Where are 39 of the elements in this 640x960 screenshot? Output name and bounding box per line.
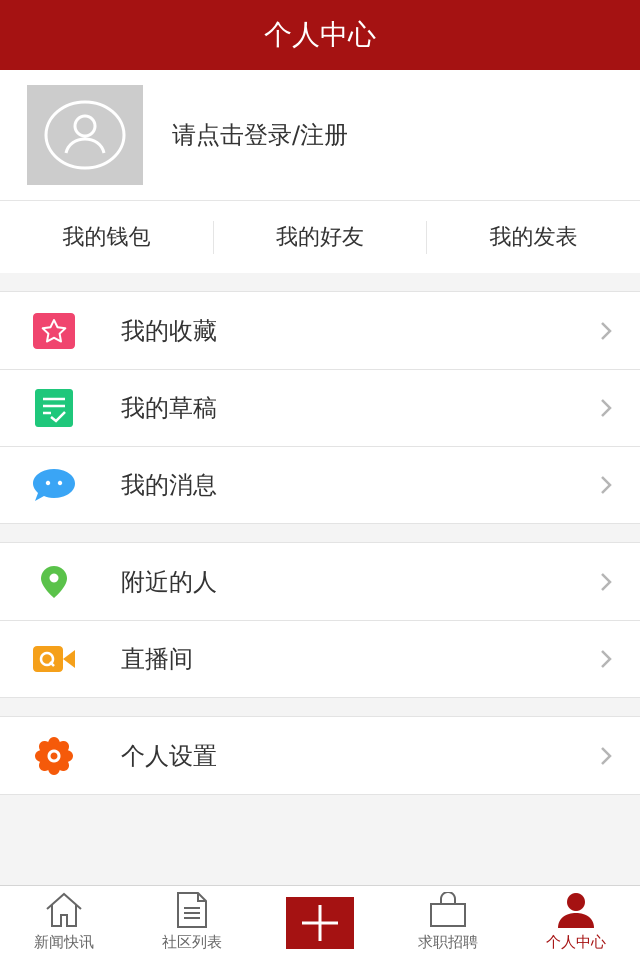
stat-link[interactable]: 我的钱包 bbox=[62, 220, 150, 254]
chevron-right-icon bbox=[600, 475, 612, 495]
home-icon bbox=[44, 892, 84, 928]
login-link[interactable]: 请点击登录/注册 bbox=[172, 117, 348, 153]
menu-item[interactable]: 我的草稿 bbox=[0, 369, 640, 446]
chevron-right-icon bbox=[600, 649, 612, 669]
tab-item[interactable]: 社区列表 bbox=[128, 892, 256, 954]
tab-item[interactable]: 个人中心 bbox=[512, 892, 640, 954]
document-check-icon bbox=[35, 389, 73, 427]
chevron-right-icon bbox=[600, 320, 612, 340]
chevron-right-icon bbox=[600, 746, 612, 766]
chevron-right-icon bbox=[600, 572, 612, 592]
chevron-right-icon bbox=[600, 398, 612, 418]
menu-label: 直播间 bbox=[121, 644, 194, 675]
menu-label: 个人设置 bbox=[121, 740, 218, 772]
tab-item[interactable]: 新闻快讯 bbox=[0, 892, 128, 954]
menu-label: 我的草稿 bbox=[121, 393, 218, 424]
stat-link[interactable]: 我的发表 bbox=[490, 220, 578, 254]
video-camera-icon bbox=[33, 646, 75, 672]
menu-label: 我的收藏 bbox=[121, 316, 218, 346]
menu-label: 附近的人 bbox=[121, 566, 218, 598]
menu-item[interactable]: 个人设置 bbox=[0, 717, 640, 794]
document-icon bbox=[176, 892, 208, 928]
menu-label: 我的消息 bbox=[121, 470, 218, 501]
menu-item[interactable]: 直播间 bbox=[0, 620, 640, 697]
header-title: 个人中心 bbox=[264, 17, 376, 53]
chat-bubble-icon bbox=[32, 468, 76, 502]
tab-item[interactable]: 求职招聘 bbox=[384, 892, 512, 954]
plus-icon bbox=[300, 903, 340, 943]
menu-item[interactable]: 我的收藏 bbox=[0, 292, 640, 369]
menu-item[interactable]: 我的消息 bbox=[0, 446, 640, 523]
add-button[interactable] bbox=[286, 897, 354, 949]
shopping-bag-icon bbox=[429, 892, 467, 928]
location-pin-icon bbox=[40, 564, 68, 598]
menu-item[interactable]: 附近的人 bbox=[0, 543, 640, 620]
user-icon bbox=[44, 100, 126, 170]
gear-icon bbox=[33, 736, 75, 774]
stat-link[interactable]: 我的好友 bbox=[276, 220, 364, 254]
person-icon bbox=[557, 892, 595, 928]
